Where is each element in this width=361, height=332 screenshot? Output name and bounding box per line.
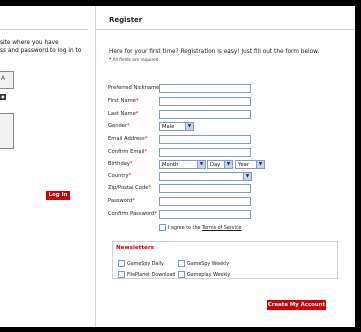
newsletter-option[interactable]: GameSpy Daily — [118, 260, 164, 267]
window-edge — [355, 0, 361, 332]
newsletter-label: Gameplay Weekly — [187, 273, 231, 278]
chevron-down-icon[interactable]: ▼ — [243, 173, 251, 180]
country-select[interactable]: ▼ — [159, 172, 252, 181]
confirm-password-label: Confirm Password* — [108, 211, 157, 217]
zip-input[interactable] — [159, 184, 251, 193]
password-label-text: Password — [108, 198, 133, 204]
chevron-down-icon[interactable]: ▼ — [185, 123, 193, 130]
birthday-day-value: Day — [210, 162, 221, 168]
required-asterisk: * — [130, 161, 133, 167]
required-asterisk: * — [127, 123, 130, 129]
checkbox-icon[interactable] — [118, 271, 125, 278]
required-asterisk: * — [135, 98, 139, 104]
checkbox-icon[interactable] — [178, 271, 185, 278]
gender-select[interactable]: Male ▼ — [159, 122, 194, 131]
register-column: Register Here for your first time? Regis… — [96, 6, 355, 327]
login-divider — [0, 29, 88, 30]
newsletter-label: FilePlanet Download — [127, 273, 176, 278]
country-label: Country* — [108, 173, 131, 179]
newsletter-option[interactable]: GameSpy Weekly — [178, 260, 229, 267]
checkbox-icon[interactable] — [178, 260, 185, 267]
confirm-password-label-text: Confirm Password — [108, 211, 155, 217]
first-name-input[interactable] — [159, 97, 251, 106]
required-asterisk: * — [128, 173, 132, 179]
email-label: Email Address* — [108, 136, 147, 142]
confirm-email-label-text: Confirm Email — [108, 149, 145, 155]
required-asterisk: * — [135, 111, 139, 117]
zip-label-text: Zip/Postal Code — [108, 185, 149, 191]
terms-link[interactable]: Terms of Service — [202, 226, 242, 231]
terms-text: I agree to the — [168, 226, 201, 231]
chevron-down-icon[interactable]: ▼ — [224, 161, 232, 168]
register-title: Register — [109, 16, 143, 24]
required-asterisk: * — [148, 185, 152, 191]
last-name-label-text: Last Name — [108, 111, 136, 117]
birthday-year-value: Year — [238, 162, 249, 168]
gender-value: Male — [162, 124, 175, 130]
required-asterisk: * — [132, 198, 135, 204]
remember-icon[interactable]: ● — [0, 94, 6, 100]
country-label-text: Country — [108, 173, 129, 179]
nickname-label: Preferred Nickname* — [108, 85, 162, 91]
newsletter-label: GameSpy Weekly — [187, 262, 230, 267]
confirm-email-input[interactable] — [159, 148, 251, 157]
password-label: Password* — [108, 198, 135, 204]
last-name-label: Last Name* — [108, 111, 138, 117]
terms-checkbox[interactable] — [159, 224, 166, 231]
chevron-down-icon[interactable]: ▼ — [197, 161, 205, 168]
birthday-month-value: Month — [162, 162, 179, 168]
login-box-label: A — [1, 75, 6, 82]
gender-label-text: Gender — [108, 123, 128, 129]
required-asterisk: * — [154, 211, 157, 217]
login-button[interactable]: Log In — [46, 191, 70, 200]
confirm-password-input[interactable] — [159, 210, 251, 219]
email-input[interactable] — [159, 135, 251, 144]
birthday-day-select[interactable]: Day ▼ — [207, 160, 233, 169]
gender-label: Gender* — [108, 123, 130, 129]
email-label-text: Email Address — [108, 136, 145, 142]
required-note-text: All fields are required. — [111, 58, 160, 63]
register-intro: Here for your first time? Registration i… — [109, 49, 320, 55]
login-intro: site where you have ss and password to l… — [0, 40, 92, 55]
checkbox-icon[interactable] — [118, 260, 125, 267]
newsletter-label: GameSpy Daily — [127, 262, 164, 267]
newsletters-title: Newsletters — [115, 245, 155, 251]
confirm-email-label: Confirm Email* — [108, 149, 147, 155]
login-password-field[interactable] — [0, 113, 14, 149]
first-name-label: First Name* — [108, 98, 138, 104]
birthday-label-text: Birthday — [108, 161, 130, 167]
create-account-button[interactable]: Create My Account — [267, 300, 326, 310]
birthday-year-select[interactable]: Year ▼ — [235, 160, 265, 169]
birthday-label: Birthday* — [108, 161, 133, 167]
last-name-input[interactable] — [159, 110, 251, 119]
nickname-label-text: Preferred Nickname — [108, 85, 160, 91]
zip-label: Zip/Postal Code* — [108, 185, 151, 191]
first-name-label-text: First Name — [108, 98, 136, 104]
login-column: site where you have ss and password to l… — [0, 6, 96, 327]
register-divider — [96, 29, 355, 30]
newsletter-option[interactable]: Gameplay Weekly — [178, 271, 230, 278]
birthday-month-select[interactable]: Month ▼ — [159, 160, 206, 169]
login-username-field[interactable]: A — [0, 71, 14, 89]
required-note: * All fields are required. — [109, 58, 160, 63]
login-intro-line-1: site where you have — [0, 40, 59, 46]
newsletter-option[interactable]: FilePlanet Download — [118, 271, 175, 278]
terms-agreement: I agree to the Terms of Service — [159, 224, 242, 231]
password-input[interactable] — [159, 197, 251, 206]
nickname-input[interactable] — [159, 84, 251, 93]
login-intro-line-2: ss and password to log in to — [0, 47, 82, 54]
chevron-down-icon[interactable]: ▼ — [256, 161, 264, 168]
required-asterisk: * — [144, 149, 148, 155]
page-panel: site where you have ss and password to l… — [0, 6, 355, 327]
required-asterisk: * — [144, 136, 148, 142]
